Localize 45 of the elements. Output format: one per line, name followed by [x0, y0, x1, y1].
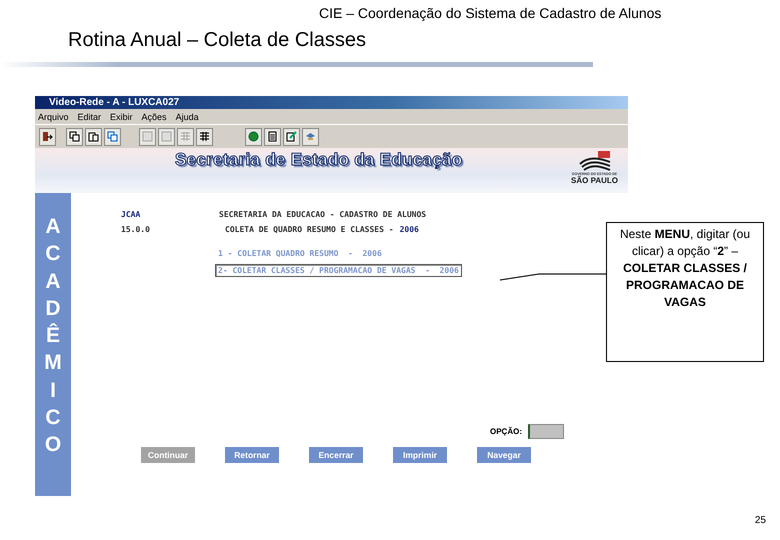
toolbar-button[interactable] [264, 128, 281, 146]
help-icon [248, 131, 259, 142]
menu-option[interactable]: 1 - COLETAR QUADRO RESUMO - 2006 [215, 247, 385, 260]
menu-item[interactable]: Exibir [110, 112, 133, 122]
menu-item[interactable]: Editar [78, 112, 102, 122]
toolbar-button[interactable] [196, 128, 213, 146]
toolbar-button[interactable] [283, 128, 300, 146]
grid-icon [180, 131, 191, 142]
menu-option[interactable]: 2- COLETAR CLASSES / PROGRAMACAO DE VAGAS - 2006 [215, 264, 462, 277]
hat-icon [305, 131, 316, 142]
action-button[interactable]: Retornar [225, 447, 279, 463]
exit-icon [42, 131, 53, 142]
text-icon [161, 131, 172, 142]
callout-note: Neste MENU, digitar (ou clicar) a opção “2” – COLETAR CLASSES / PROGRAMACAO DE VAGAS [606, 222, 764, 362]
menu-item[interactable]: Ajuda [176, 112, 199, 122]
logo-name: SÃO PAULO [571, 176, 618, 185]
edit-icon [286, 131, 297, 142]
slide-title: Rotina Anual – Coleta de Classes [68, 29, 367, 52]
banner-title: Secretaria de Estado da Educação [175, 150, 462, 170]
action-button[interactable]: Encerrar [309, 447, 363, 463]
action-button[interactable]: Navegar [477, 447, 531, 463]
version-number: 15.0.0 [121, 225, 151, 234]
flag-logo-icon [578, 150, 612, 172]
toolbar-button[interactable] [85, 128, 102, 146]
paste-icon [88, 131, 99, 142]
page-number: 25 [754, 515, 766, 526]
option-input-field[interactable] [528, 424, 564, 439]
window-title: Video-Rede - A - LUXCA027 [35, 96, 628, 109]
screen-subheading: COLETA DE QUADRO RESUMO E CLASSES - [225, 225, 394, 234]
side-label: ACADÊMICO [44, 214, 62, 458]
text-icon [142, 131, 153, 142]
grid-icon [199, 131, 210, 142]
toolbar-button[interactable] [66, 128, 83, 146]
action-button[interactable]: Imprimir [393, 447, 447, 463]
copy-icon [69, 131, 80, 142]
screen-heading: SECRETARIA DA EDUCACAO - CADASTRO DE ALUNOS [219, 210, 426, 219]
slide-subtitle: CIE – Coordenação do Sistema de Cadastro de Alunos [319, 5, 662, 21]
option-label: OPÇÃO: [490, 427, 522, 436]
menu-item[interactable]: Ações [142, 112, 167, 122]
document-icon [267, 131, 278, 142]
windows-icon [107, 131, 118, 142]
year-label: 2006 [400, 225, 419, 234]
toolbar-button[interactable] [39, 128, 56, 146]
menu-item[interactable]: Arquivo [38, 112, 69, 122]
program-code: JCAA [121, 210, 142, 219]
